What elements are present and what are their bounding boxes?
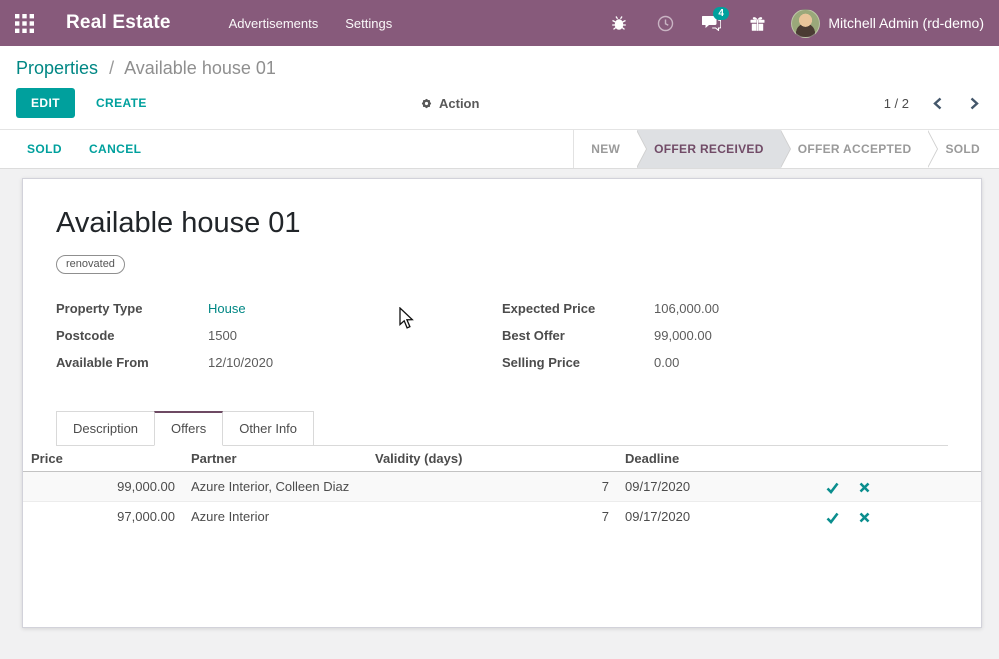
page-title: Available house 01	[56, 205, 948, 241]
tab-other-info[interactable]: Other Info	[222, 411, 314, 445]
statusbar-buttons: SOLD CANCEL	[27, 130, 141, 168]
fields-grid: Property Type House Postcode 1500 Availa…	[56, 301, 948, 382]
clock-icon[interactable]	[655, 15, 675, 32]
field-property-type: Property Type House	[56, 301, 502, 316]
property-type-link[interactable]: House	[208, 301, 246, 316]
user-name[interactable]: Mitchell Admin (rd-demo)	[828, 15, 984, 31]
tag-renovated: renovated	[56, 255, 125, 274]
stage-offer-accepted[interactable]: OFFER ACCEPTED	[781, 130, 929, 168]
stage-offer-received[interactable]: OFFER RECEIVED	[637, 130, 781, 168]
cross-icon[interactable]	[859, 512, 870, 523]
field-label: Best Offer	[502, 328, 654, 343]
field-expected-price: Expected Price 106,000.00	[502, 301, 948, 316]
form-content: Available house 01 renovated Property Ty…	[0, 169, 999, 659]
offer-partner: Azure Interior, Colleen Diaz	[183, 472, 367, 502]
breadcrumb-separator: /	[109, 58, 114, 78]
fields-right-column: Expected Price 106,000.00 Best Offer 99,…	[502, 301, 948, 382]
check-icon[interactable]	[826, 512, 839, 524]
field-best-offer: Best Offer 99,000.00	[502, 328, 948, 343]
offers-table-wrap: Price Partner Validity (days) Deadline 9…	[23, 446, 981, 531]
best-offer-value: 99,000.00	[654, 328, 712, 343]
offers-table: Price Partner Validity (days) Deadline 9…	[23, 446, 981, 531]
breadcrumb: Properties / Available house 01	[16, 54, 983, 82]
field-label: Selling Price	[502, 355, 654, 370]
navbar-right: 4 Mitchell Admin (rd-demo)	[583, 9, 984, 38]
check-icon[interactable]	[826, 482, 839, 494]
form-sheet: Available house 01 renovated Property Ty…	[22, 178, 982, 628]
control-panel: Properties / Available house 01 EDIT CRE…	[0, 46, 999, 129]
tab-description[interactable]: Description	[56, 411, 155, 445]
sold-button[interactable]: SOLD	[27, 142, 62, 156]
pager-value: 1 / 2	[884, 96, 909, 111]
col-deadline[interactable]: Deadline	[617, 446, 813, 472]
app-title: Real Estate	[66, 12, 171, 34]
col-validity[interactable]: Validity (days)	[367, 446, 617, 472]
field-available-from: Available From 12/10/2020	[56, 355, 502, 370]
offer-validity: 7	[367, 502, 617, 532]
chevron-right-icon[interactable]	[966, 97, 983, 110]
field-selling-price: Selling Price 0.00	[502, 355, 948, 370]
available-from-value: 12/10/2020	[208, 355, 273, 370]
offer-validity: 7	[367, 472, 617, 502]
field-label: Property Type	[56, 301, 208, 316]
fields-left-column: Property Type House Postcode 1500 Availa…	[56, 301, 502, 382]
menu-advertisements[interactable]: Advertisements	[229, 16, 319, 31]
expected-price-value: 106,000.00	[654, 301, 719, 316]
field-label: Expected Price	[502, 301, 654, 316]
offer-deadline: 09/17/2020	[617, 472, 813, 502]
col-price[interactable]: Price	[23, 446, 183, 472]
field-label: Available From	[56, 355, 208, 370]
offer-price: 99,000.00	[23, 472, 183, 502]
breadcrumb-properties[interactable]: Properties	[16, 58, 98, 78]
selling-price-value: 0.00	[654, 355, 679, 370]
user-avatar[interactable]	[791, 9, 820, 38]
gear-icon	[420, 97, 433, 110]
menu-settings[interactable]: Settings	[345, 16, 392, 31]
offer-row[interactable]: 99,000.00 Azure Interior, Colleen Diaz 7…	[23, 472, 981, 502]
chevron-left-icon[interactable]	[929, 97, 946, 110]
offers-header-row: Price Partner Validity (days) Deadline	[23, 446, 981, 472]
stage-pipeline: NEW OFFER RECEIVED OFFER ACCEPTED SOLD	[573, 130, 997, 168]
cross-icon[interactable]	[859, 482, 870, 493]
action-menu-button[interactable]: Action	[420, 96, 479, 111]
col-partner[interactable]: Partner	[183, 446, 367, 472]
bug-icon[interactable]	[609, 15, 629, 31]
field-label: Postcode	[56, 328, 208, 343]
statusbar: SOLD CANCEL NEW OFFER RECEIVED OFFER ACC…	[0, 129, 999, 169]
postcode-value: 1500	[208, 328, 237, 343]
breadcrumb-current: Available house 01	[124, 58, 276, 78]
edit-button[interactable]: EDIT	[16, 88, 75, 118]
gift-icon[interactable]	[747, 15, 767, 32]
tag-row: renovated	[56, 254, 948, 274]
stage-sold[interactable]: SOLD	[928, 130, 997, 168]
action-label: Action	[439, 96, 479, 111]
cancel-button[interactable]: CANCEL	[89, 142, 141, 156]
pager: 1 / 2	[884, 96, 983, 111]
stage-new[interactable]: NEW	[574, 130, 637, 168]
field-postcode: Postcode 1500	[56, 328, 502, 343]
notebook-tabs: Description Offers Other Info	[56, 411, 948, 446]
top-navbar: Real Estate Advertisements Settings 4	[0, 0, 999, 46]
create-button[interactable]: CREATE	[90, 95, 153, 111]
chat-icon[interactable]: 4	[701, 15, 721, 31]
offer-row[interactable]: 97,000.00 Azure Interior 7 09/17/2020	[23, 502, 981, 532]
offer-deadline: 09/17/2020	[617, 502, 813, 532]
col-accept	[813, 446, 851, 472]
messages-badge: 4	[713, 7, 729, 20]
offer-price: 97,000.00	[23, 502, 183, 532]
col-refuse	[851, 446, 981, 472]
offer-partner: Azure Interior	[183, 502, 367, 532]
tab-offers[interactable]: Offers	[154, 411, 223, 446]
apps-grid-icon[interactable]	[15, 14, 34, 33]
control-buttons-row: EDIT CREATE Action 1 / 2	[16, 88, 983, 129]
